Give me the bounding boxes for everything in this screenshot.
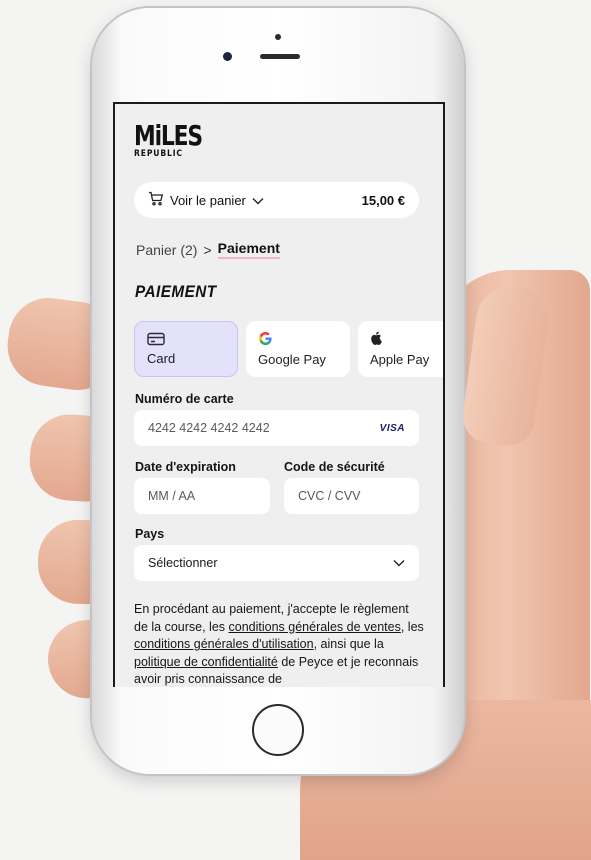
phone-screen: MiLES REPUBLIC Voir le panier 15,00 € Pa…	[113, 102, 445, 687]
cvc-placeholder: CVC / CVV	[298, 489, 361, 503]
proximity-sensor	[275, 34, 281, 40]
visa-icon: VISA	[379, 422, 405, 434]
logo-sub-text: REPUBLIC	[134, 149, 183, 159]
miles-republic-logo[interactable]: MiLES REPUBLIC	[134, 119, 221, 159]
terms-of-use-link[interactable]: conditions générales d'utilisation	[134, 637, 314, 651]
earpiece-speaker	[260, 54, 300, 59]
chevron-down-icon	[393, 556, 405, 570]
tab-card-label: Card	[147, 351, 176, 366]
cvc-label: Code de sécurité	[284, 460, 385, 474]
credit-card-icon	[147, 332, 225, 348]
page-title: PAIEMENT	[135, 282, 217, 301]
home-button[interactable]	[252, 704, 304, 756]
expiry-field[interactable]: MM / AA	[134, 478, 270, 514]
tab-google-pay[interactable]: Google Pay	[246, 321, 350, 377]
cart-icon	[148, 191, 164, 209]
country-select[interactable]: Sélectionner	[134, 545, 419, 581]
google-icon	[258, 331, 338, 347]
chevron-down-icon	[252, 193, 264, 208]
breadcrumb-separator: >	[203, 241, 212, 258]
payment-method-tabs: Card Google Pay Apple Pay	[134, 321, 443, 377]
tab-card[interactable]: Card	[134, 321, 238, 377]
view-cart-button[interactable]: Voir le panier 15,00 €	[134, 182, 419, 218]
logo-main-text: MiLES	[134, 119, 203, 152]
tab-google-pay-label: Google Pay	[258, 352, 326, 367]
legal-text-part: , les	[400, 619, 424, 634]
breadcrumb: Panier (2) > Paiement	[136, 240, 280, 259]
legal-consent-text: En procédant au paiement, j'accepte le r…	[134, 601, 424, 687]
apple-icon	[370, 331, 443, 347]
country-value: Sélectionner	[148, 556, 218, 570]
breadcrumb-cart[interactable]: Panier (2)	[136, 242, 197, 258]
view-cart-label: Voir le panier	[170, 192, 246, 208]
cart-total: 15,00 €	[361, 192, 405, 208]
breadcrumb-current: Paiement	[217, 240, 280, 259]
cvc-field[interactable]: CVC / CVV	[284, 478, 419, 514]
country-label: Pays	[135, 527, 165, 541]
card-number-field[interactable]: 4242 4242 4242 4242 VISA	[134, 410, 419, 446]
front-camera	[223, 52, 232, 61]
terms-of-sale-link[interactable]: conditions générales de ventes	[229, 620, 401, 634]
privacy-policy-link[interactable]: politique de confidentialité	[134, 655, 278, 669]
legal-text-part: , ainsi que la	[313, 637, 384, 651]
expiry-label: Date d'expiration	[135, 460, 236, 474]
card-number-label: Numéro de carte	[135, 392, 234, 406]
card-number-value: 4242 4242 4242 4242	[148, 421, 270, 435]
tab-apple-pay[interactable]: Apple Pay	[358, 321, 443, 377]
expiry-placeholder: MM / AA	[148, 489, 196, 503]
tab-apple-pay-label: Apple Pay	[370, 352, 430, 367]
